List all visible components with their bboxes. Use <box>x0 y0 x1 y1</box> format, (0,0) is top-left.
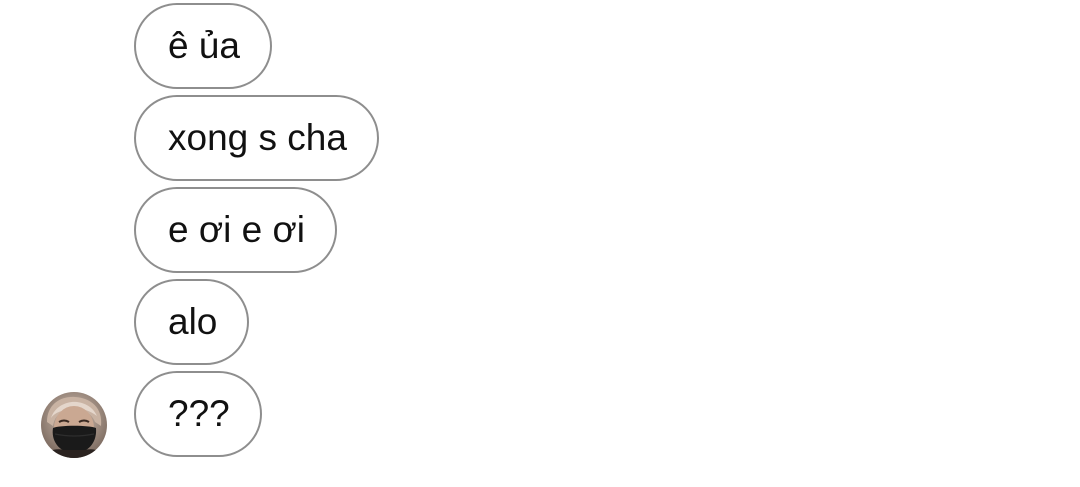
message-bubble[interactable]: ??? <box>134 371 262 457</box>
message-text: xong s cha <box>168 117 347 158</box>
message-text: alo <box>168 301 218 342</box>
message-bubble[interactable]: ê ủa <box>134 3 273 89</box>
message-text: e ơi e ơi <box>168 209 305 250</box>
message-text: ê ủa <box>168 25 241 66</box>
message-bubble[interactable]: xong s cha <box>134 95 379 181</box>
message-bubble[interactable]: alo <box>134 279 250 365</box>
message-bubble[interactable]: e ơi e ơi <box>134 187 337 273</box>
message-thread: ê ủa xong s cha e ơi e ơi alo ??? <box>0 0 1080 487</box>
masked-person-avatar-icon <box>41 392 107 458</box>
sender-avatar[interactable] <box>41 392 107 458</box>
message-text: ??? <box>168 393 230 434</box>
